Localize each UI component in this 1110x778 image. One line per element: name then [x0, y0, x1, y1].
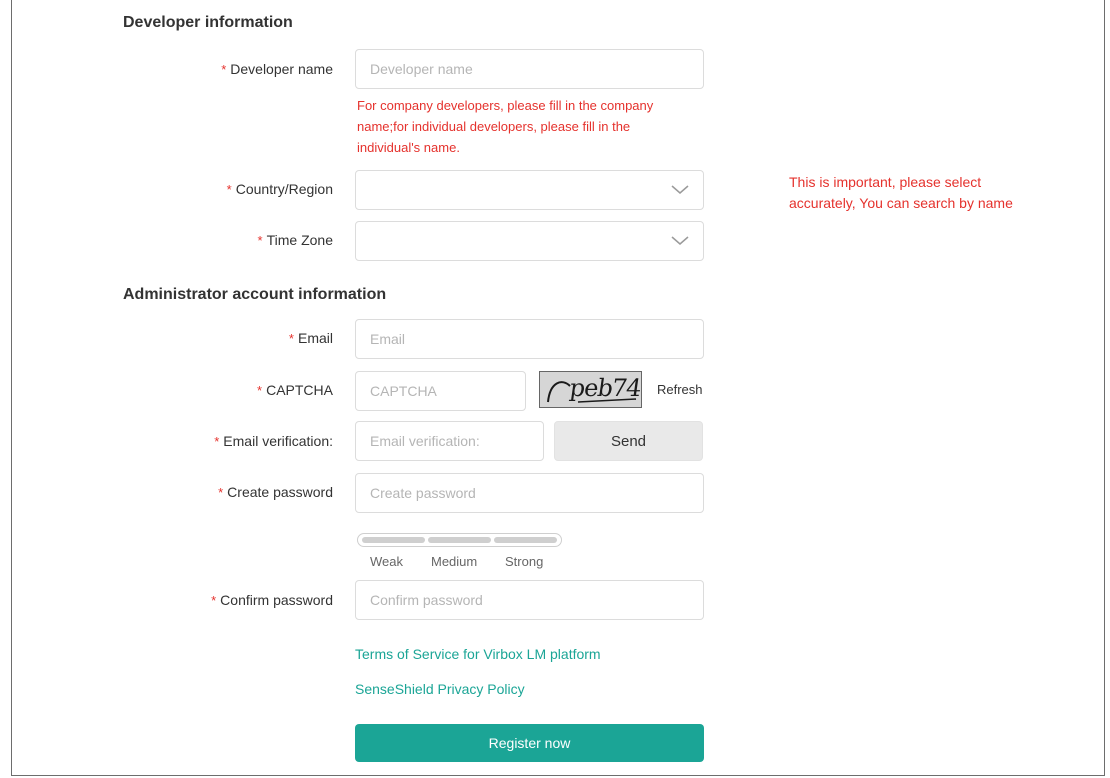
required-mark: * [257, 233, 263, 248]
email-verification-label: * Email verification: [214, 433, 333, 449]
strength-segment-strong [494, 537, 557, 543]
strength-label-medium: Medium [431, 554, 478, 569]
country-label-text: Country/Region [235, 181, 333, 197]
chevron-down-icon [671, 236, 689, 245]
time-zone-label-text: Time Zone [266, 232, 333, 248]
required-mark: * [211, 593, 217, 608]
strength-label-weak: Weak [370, 554, 403, 569]
developer-name-hint-line: For company developers, please fill in t… [357, 98, 654, 113]
terms-of-service-link[interactable]: Terms of Service for Virbox LM platform [355, 646, 601, 662]
captcha-text: peb74 [568, 374, 642, 402]
send-code-button[interactable]: Send [554, 421, 703, 461]
developer-name-label: * Developer name [221, 61, 333, 77]
email-input[interactable] [355, 319, 704, 359]
captcha-input[interactable] [355, 371, 526, 411]
captcha-refresh-link[interactable]: Refresh [657, 382, 703, 397]
register-button[interactable]: Register now [355, 724, 704, 762]
time-zone-select[interactable] [355, 221, 704, 261]
country-note-line: This is important, please select [789, 174, 982, 190]
country-select[interactable] [355, 170, 704, 210]
required-mark: * [218, 485, 224, 500]
developer-section-title: Developer information [123, 14, 293, 31]
email-verification-label-text: Email verification: [223, 433, 333, 449]
developer-name-input[interactable] [355, 49, 704, 89]
create-password-label: * Create password [218, 484, 333, 500]
captcha-image[interactable]: peb74 [539, 371, 642, 408]
strength-segment-medium [428, 537, 491, 543]
country-note-line: accurately, You can search by name [789, 195, 1013, 211]
email-label: * Email [289, 330, 333, 346]
required-mark: * [221, 62, 227, 77]
password-strength-meter [357, 533, 562, 547]
create-password-label-text: Create password [227, 484, 333, 500]
email-label-text: Email [297, 330, 333, 346]
country-label: * Country/Region [227, 181, 333, 197]
privacy-policy-link[interactable]: SenseShield Privacy Policy [355, 681, 525, 697]
developer-name-label-text: Developer name [230, 61, 333, 77]
required-mark: * [288, 331, 294, 346]
developer-name-hint-line: individual's name. [357, 140, 460, 155]
chevron-down-icon [671, 185, 689, 194]
required-mark: * [226, 182, 232, 197]
confirm-password-input[interactable] [355, 580, 704, 620]
create-password-input[interactable] [355, 473, 704, 513]
developer-name-hint-line: name;for individual developers, please f… [357, 119, 631, 134]
strength-label-strong: Strong [505, 554, 544, 569]
developer-name-hint: For company developers, please fill in t… [357, 95, 653, 158]
captcha-label: * CAPTCHA [257, 382, 333, 398]
country-note: This is important, please select accurat… [789, 172, 1013, 214]
required-mark: * [214, 434, 220, 449]
confirm-password-label: * Confirm password [211, 592, 333, 608]
captcha-label-text: CAPTCHA [266, 382, 333, 398]
confirm-password-label-text: Confirm password [220, 592, 333, 608]
strength-segment-weak [362, 537, 425, 543]
required-mark: * [257, 383, 263, 398]
admin-section-title: Administrator account information [123, 286, 387, 303]
email-verification-input[interactable] [355, 421, 544, 461]
time-zone-label: * Time Zone [258, 232, 333, 248]
